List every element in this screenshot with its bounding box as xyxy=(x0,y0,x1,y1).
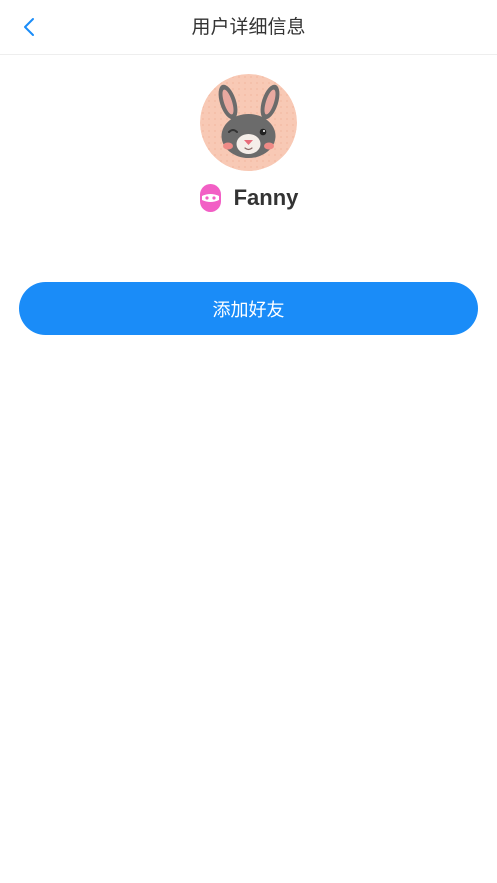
add-friend-button[interactable]: 添加好友 xyxy=(19,282,478,335)
avatar xyxy=(200,74,297,171)
female-badge-icon xyxy=(199,184,221,212)
rabbit-avatar xyxy=(200,74,297,171)
page-title: 用户详细信息 xyxy=(191,16,306,38)
nav-bar: 用户详细信息 xyxy=(0,0,497,55)
name-row: Fanny xyxy=(0,183,497,213)
username: Fanny xyxy=(233,185,299,210)
